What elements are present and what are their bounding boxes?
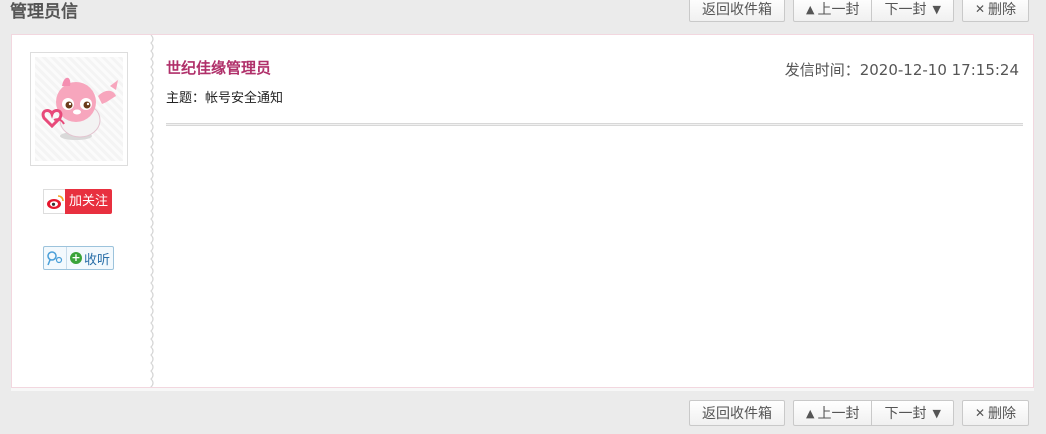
previous-message-button[interactable]: ▲ 上一封 [793,0,873,22]
nav-button-group: ▲ 上一封 下一封 ▼ [793,0,954,22]
card-bottom-border [11,387,1034,391]
chevron-down-icon: ▼ [932,406,941,420]
triangle-up-icon: ▲ [806,406,815,420]
message-subject: 主题：帐号安全通知 [166,91,284,106]
previous-message-label: 上一封 [817,406,860,422]
wavy-divider [150,35,154,389]
avatar-image [35,57,123,161]
next-message-label: 下一封 [884,2,927,18]
message-card: 加关注 + 收听 世纪佳缘管理员 发信时间：2020-12-10 17:15:2… [11,34,1034,389]
tencent-listen-label-wrap: + 收听 [67,247,113,269]
nav-button-group-bottom: ▲ 上一封 下一封 ▼ [793,400,954,426]
chevron-down-icon: ▼ [932,2,941,16]
close-icon: ✕ [974,2,985,16]
sender-name[interactable]: 世纪佳缘管理员 [166,57,271,78]
previous-message-button-bottom[interactable]: ▲ 上一封 [793,400,873,426]
page-title: 管理员信 [10,2,78,22]
plus-icon: + [70,251,82,264]
avatar[interactable] [30,52,128,166]
back-to-inbox-button[interactable]: 返回收件箱 [689,0,785,22]
cartoon-bird-icon [41,77,118,140]
delete-button[interactable]: ✕ 删除 [961,0,1029,22]
header-divider [166,123,1023,126]
top-toolbar: 返回收件箱 ▲ 上一封 下一封 ▼ ✕ 删除 [689,0,1029,22]
sender-panel: 加关注 + 收听 [12,35,150,387]
previous-message-label: 上一封 [817,2,860,18]
next-message-label: 下一封 [884,406,927,422]
bottom-toolbar: 返回收件箱 ▲ 上一封 下一封 ▼ ✕ 删除 [689,400,1029,426]
triangle-up-icon: ▲ [806,2,815,16]
send-time: 发信时间：2020-12-10 17:15:24 [784,61,1019,79]
delete-button-bottom[interactable]: ✕ 删除 [961,400,1029,426]
next-message-button[interactable]: 下一封 ▼ [872,0,954,22]
weibo-follow-button[interactable]: 加关注 [43,189,113,214]
next-message-button-bottom[interactable]: 下一封 ▼ [872,400,954,426]
tencent-listen-button[interactable]: + 收听 [43,246,115,270]
weibo-follow-label: 加关注 [65,189,113,214]
close-icon: ✕ [974,406,985,420]
back-to-inbox-button-bottom[interactable]: 返回收件箱 [689,400,785,426]
delete-label: 删除 [988,406,1016,422]
delete-label: 删除 [988,2,1016,18]
tencent-listen-label: 收听 [84,252,111,268]
weibo-icon [43,189,65,214]
tencent-weibo-icon [44,247,67,269]
